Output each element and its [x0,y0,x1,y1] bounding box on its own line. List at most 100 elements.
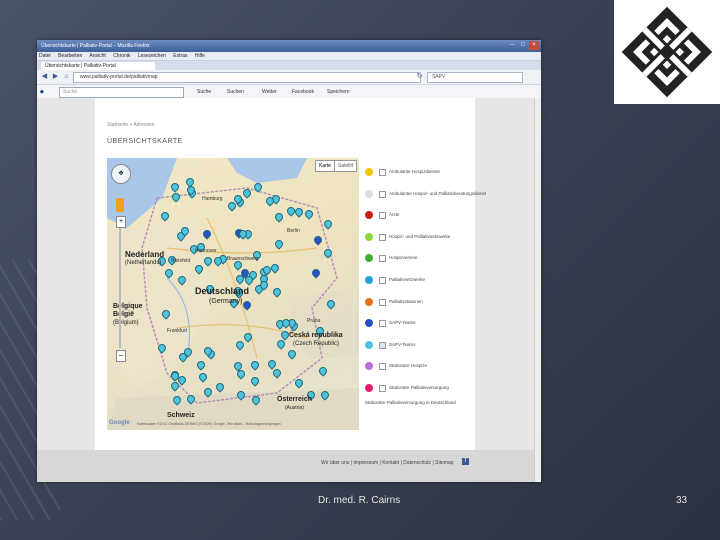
map-label-belgium: (Belgium) [113,320,139,326]
map-pan-control-icon[interactable]: ✥ [111,164,131,184]
footer-links[interactable]: Wir über uns | Impressum | Kontakt | Dat… [321,460,453,466]
map-label-belgique: Belgique [113,303,143,310]
map-label-ceska: Česká republika [289,332,343,339]
map-view[interactable]: Nederland (Netherlands) Deutschland (Ger… [107,158,359,430]
menu-datei[interactable]: Datei [39,53,51,59]
slide-footer-author: Dr. med. R. Cairns [318,495,401,506]
map-type-satellit-button[interactable]: Satellit [333,160,357,172]
map-copyright: Kartendaten ©2012 GeoBasis-DE/BKG (©2009… [137,422,281,426]
map-label-braunschweig: Braunschweig [227,256,259,262]
home-icon[interactable]: ⌂ [62,72,71,81]
legend-footer-note: Stationäre Palliativversorgung in Deutsc… [365,400,456,405]
legend-label: Ärzte [389,212,400,218]
map-label-netherlands: (Netherlands) [125,260,162,266]
page-content: Startseite » Adressen ÜBERSICHTSKARTE Ne [95,98,486,450]
toolbar-facebook-button[interactable]: Facebook [292,88,314,96]
legend-checkbox[interactable] [379,190,386,198]
legend-marker-icon [365,362,373,371]
legend-marker-icon [365,319,373,328]
map-label-austria: (Austria) [285,405,304,411]
legend-marker-icon [365,384,373,392]
menu-bar: Datei Bearbeiten Ansicht Chronik Lesezei… [37,52,541,61]
legend-checkbox[interactable] [379,255,386,263]
facebook-icon[interactable]: f [462,458,469,465]
map-label-hamburg: Hamburg [202,196,223,202]
search-engine-input[interactable]: SAPV [427,72,523,83]
window-titlebar: Übersichtskarte | Palliativ-Portal – Moz… [37,40,541,52]
legend-checkbox[interactable] [379,169,386,176]
toolbar-search-input[interactable]: Suche [59,87,184,98]
minimize-icon[interactable]: – [507,41,517,50]
legend-marker-icon [365,276,373,284]
map-label-deutschland: Deutschland [195,286,250,296]
legend-label: Ambulanter Hospiz- und Palliativberatung… [389,190,487,196]
map-label-praha: Praha [307,318,321,324]
zoom-slider-track[interactable] [119,228,121,348]
menu-extras[interactable]: Extras [173,53,187,59]
menu-lesezeichen[interactable]: Lesezeichen [138,53,166,59]
legend-marker-icon [365,297,373,306]
slide-page-number: 33 [676,495,688,506]
legend-checkbox[interactable] [379,363,386,371]
menu-chronik[interactable]: Chronik [113,53,130,59]
zoom-in-button[interactable]: + [116,216,126,228]
map-label-oesterreich: Österreich [277,396,313,403]
legend-marker-icon [365,211,373,220]
map-label-hannover: Hannover [195,248,217,254]
map-label-berlin: Berlin [287,228,300,234]
toolbar-logo-icon: ◆ [40,89,44,95]
legend-label: SAPV-Teams [389,320,416,326]
tab-bar: Übersichtskarte | Palliativ-Portal [37,61,541,70]
url-input[interactable]: www.palliativ-portal.de/palliativmap [73,72,421,83]
toolbar-wetter-button[interactable]: Wetter [262,88,277,96]
legend-marker-icon [365,340,373,349]
maximize-icon[interactable]: □ [518,41,528,50]
map-type-karte-button[interactable]: Karte [315,160,335,172]
google-logo: Google [109,420,130,426]
toolbar-suche-button[interactable]: Suche [197,88,211,96]
breadcrumb[interactable]: Startseite » Adressen [107,122,155,128]
legend-label: SAPV-Teams [389,341,416,347]
legend-label: Hospiz- und Palliativnetzwerke [389,233,451,239]
map-label-schweiz: Schweiz [167,412,195,419]
legend-label: Palliativstationen [389,298,423,304]
zoom-out-button[interactable]: – [116,350,126,362]
window-title: Übersichtskarte | Palliativ-Portal – Moz… [41,43,150,49]
legend-marker-icon [365,232,373,241]
legend-label: Stationäre Palliativversorgung [389,385,449,390]
legend-checkbox[interactable] [379,385,386,392]
legend-checkbox[interactable] [379,320,386,328]
legend-marker-icon [365,254,373,263]
browser-window: Übersichtskarte | Palliativ-Portal – Moz… [37,40,541,482]
toolbar-suchen-button[interactable]: Suchen [227,88,244,96]
page-footer: Wir über uns | Impressum | Kontakt | Dat… [37,450,541,482]
map-label-germany: (Germany) [209,298,243,305]
legend-checkbox[interactable] [379,341,386,349]
map-label-frankfurt: Frankfurt [167,328,188,334]
map-label-bielefeld: Bielefeld [171,258,191,264]
legend-label: Palliativnetzwerke [389,277,426,282]
close-icon[interactable]: × [529,41,539,50]
legend-checkbox[interactable] [379,233,386,241]
legend-marker-icon [365,168,373,176]
tab-uebersichtskarte[interactable]: Übersichtskarte | Palliativ-Portal [41,62,155,70]
menu-bearbeiten[interactable]: Bearbeiten [58,53,82,59]
reload-icon[interactable]: ↻ [415,72,424,81]
legend-checkbox[interactable] [379,298,386,306]
legend-checkbox[interactable] [379,277,386,284]
legend-checkbox[interactable] [379,212,386,220]
street-view-pegman-icon[interactable] [116,198,124,212]
celtic-knot-logo [614,0,720,104]
back-icon[interactable]: ◀ [40,72,49,81]
toolbar-speichern-button[interactable]: Speichern [327,88,350,96]
menu-ansicht[interactable]: Ansicht [89,53,105,59]
map-label-nederland: Nederland [125,250,165,259]
menu-hilfe[interactable]: Hilfe [195,53,205,59]
map-label-belgie: België [113,311,135,318]
forward-icon[interactable]: ▶ [51,72,60,81]
page-scrollbar[interactable] [534,98,541,482]
web-page: Startseite » Adressen ÜBERSICHTSKARTE Ne [37,98,541,482]
legend-label: Hospizvereine [389,255,418,261]
page-title: ÜBERSICHTSKARTE [107,138,183,145]
legend-marker-icon [365,189,373,198]
